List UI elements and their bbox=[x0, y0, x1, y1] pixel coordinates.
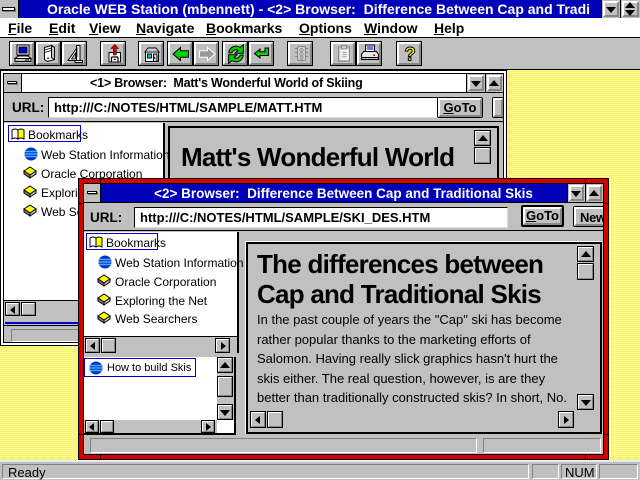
svg-text:?: ? bbox=[404, 45, 416, 65]
